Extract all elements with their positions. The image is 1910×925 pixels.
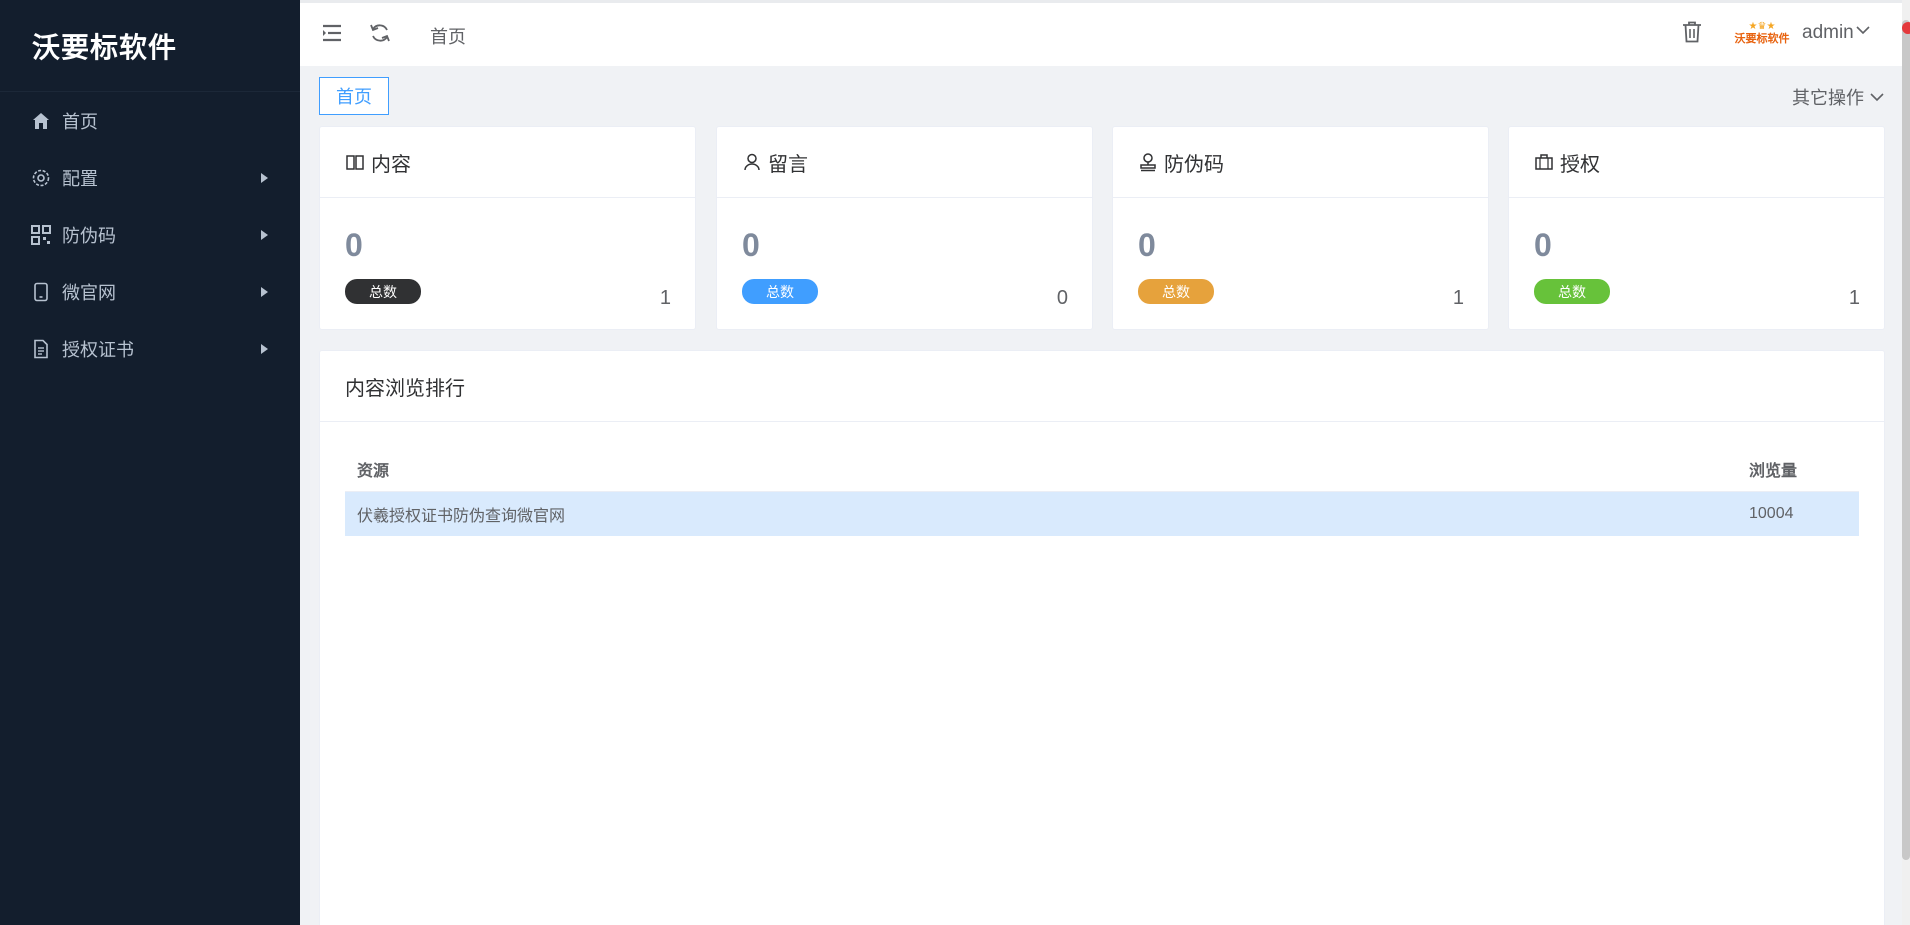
stat-count: 1: [1452, 287, 1464, 309]
book-icon: [345, 152, 365, 172]
stat-value: 0: [1534, 227, 1552, 263]
table-cell-views: 10004: [1749, 505, 1794, 522]
caret-right-icon: [261, 343, 268, 354]
card-header: 内容: [320, 127, 695, 198]
stat-count: 1: [659, 287, 671, 309]
card-title: 留言: [768, 153, 808, 176]
menu-toggle-icon[interactable]: [320, 21, 344, 45]
chevron-down-icon: [1870, 92, 1884, 102]
caret-right-icon: [261, 172, 268, 183]
table-header: 资源 浏览量: [345, 446, 1859, 492]
other-operations-label: 其它操作: [1792, 88, 1864, 108]
tabs-bar: 首页 其它操作: [300, 66, 1910, 126]
sidebar-item-home[interactable]: 首页: [0, 92, 300, 149]
sidebar-item-label: 授权证书: [62, 339, 134, 360]
stat-card-authorization: 授权 0 总数 1: [1508, 126, 1885, 330]
sidebar-item-anticounterfeit[interactable]: 防伪码: [0, 206, 300, 263]
stat-value: 0: [345, 227, 363, 263]
stat-card-content: 内容 0 总数 1: [319, 126, 696, 330]
sidebar-item-microsite[interactable]: 微官网: [0, 263, 300, 320]
card-header: 防伪码: [1113, 127, 1488, 198]
gear-icon: [30, 167, 52, 189]
sidebar-item-label: 微官网: [62, 282, 116, 303]
home-icon: [30, 110, 52, 132]
brand-logo-text: 沃要标软件: [0, 0, 300, 92]
table-row[interactable]: 伏羲授权证书防伪查询微官网 10004: [345, 492, 1859, 536]
stat-count: 0: [1056, 287, 1068, 309]
column-header-views: 浏览量: [1749, 462, 1798, 480]
stat-value: 0: [1138, 227, 1156, 263]
sidebar-item-label: 首页: [62, 111, 98, 132]
chevron-down-icon[interactable]: [1856, 23, 1870, 37]
breadcrumb[interactable]: 首页: [430, 23, 466, 49]
refresh-icon[interactable]: [368, 21, 392, 45]
card-title: 授权: [1560, 153, 1600, 176]
notification-dot: [1902, 22, 1910, 34]
sidebar-item-certificate[interactable]: 授权证书: [0, 320, 300, 377]
avatar-logo-text: 沃要标软件: [1734, 33, 1790, 45]
table-cell-resource: 伏羲授权证书防伪查询微官网: [357, 508, 566, 525]
crown-icon: ★♛★: [1748, 21, 1776, 32]
card-title: 防伪码: [1164, 153, 1224, 176]
content-ranking-card: 内容浏览排行 资源 浏览量 伏羲授权证书防伪查询微官网 10004: [319, 350, 1885, 925]
total-badge: 总数: [1534, 279, 1610, 304]
other-operations-dropdown[interactable]: 其它操作: [1792, 84, 1884, 110]
user-icon: [742, 152, 762, 172]
tab-home[interactable]: 首页: [319, 77, 389, 115]
scrollbar-thumb[interactable]: [1902, 20, 1910, 860]
column-header-resource: 资源: [357, 462, 390, 480]
card-header: 留言: [717, 127, 1092, 198]
total-badge: 总数: [345, 279, 421, 304]
sidebar-item-label: 防伪码: [62, 225, 116, 246]
stat-value: 0: [742, 227, 760, 263]
stat-card-messages: 留言 0 总数 0: [716, 126, 1093, 330]
total-badge: 总数: [1138, 279, 1214, 304]
main-area: 首页 ★♛★ 沃要标软件 admin 首页 其它操作 内容 0 总数 1 留言 …: [300, 0, 1910, 925]
sidebar: 沃要标软件 首页 配置 防伪码 微官网 授权证书: [0, 0, 300, 925]
briefcase-icon: [1534, 152, 1554, 172]
trash-icon[interactable]: [1680, 20, 1704, 44]
caret-right-icon: [261, 229, 268, 240]
ranking-table: 资源 浏览量 伏羲授权证书防伪查询微官网 10004: [345, 446, 1859, 536]
card-title: 内容: [371, 153, 411, 176]
card-header: 授权: [1509, 127, 1884, 198]
ranking-title: 内容浏览排行: [320, 351, 1884, 422]
username[interactable]: admin: [1802, 22, 1854, 44]
document-icon: [30, 338, 52, 360]
topbar: 首页 ★♛★ 沃要标软件 admin: [300, 0, 1910, 66]
avatar[interactable]: ★♛★ 沃要标软件: [1734, 9, 1790, 59]
total-badge: 总数: [742, 279, 818, 304]
stamp-icon: [1138, 152, 1158, 172]
caret-right-icon: [261, 286, 268, 297]
sidebar-item-label: 配置: [62, 168, 98, 189]
stat-card-anticounterfeit: 防伪码 0 总数 1: [1112, 126, 1489, 330]
mobile-icon: [30, 281, 52, 303]
qrcode-icon: [30, 224, 52, 246]
page-scrollbar[interactable]: [1902, 0, 1910, 925]
stat-count: 1: [1848, 287, 1860, 309]
sidebar-item-config[interactable]: 配置: [0, 149, 300, 206]
